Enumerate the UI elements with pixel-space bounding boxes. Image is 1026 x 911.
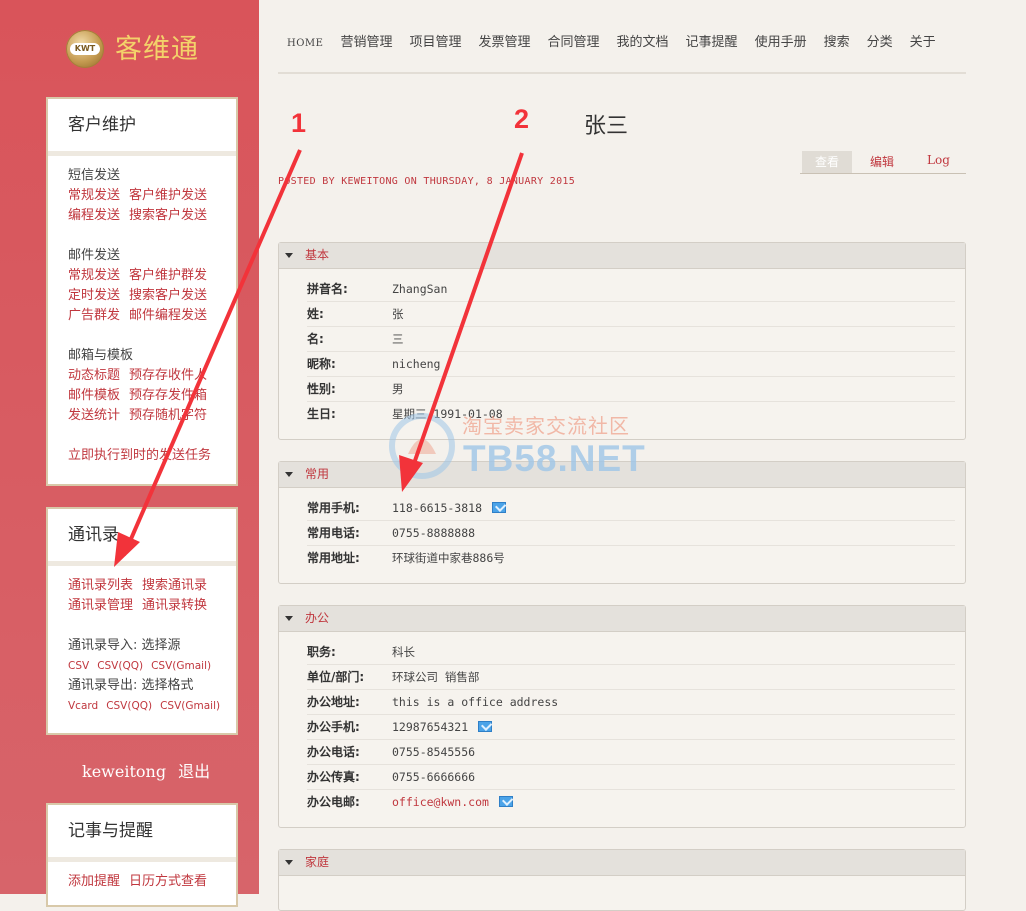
annotation-arrow-2 xyxy=(408,152,524,476)
annotation-arrow-1 xyxy=(122,149,302,556)
arrow-head-2-icon xyxy=(399,455,423,492)
arrow-head-1-icon xyxy=(114,532,140,567)
annotation-arrows xyxy=(114,149,524,567)
